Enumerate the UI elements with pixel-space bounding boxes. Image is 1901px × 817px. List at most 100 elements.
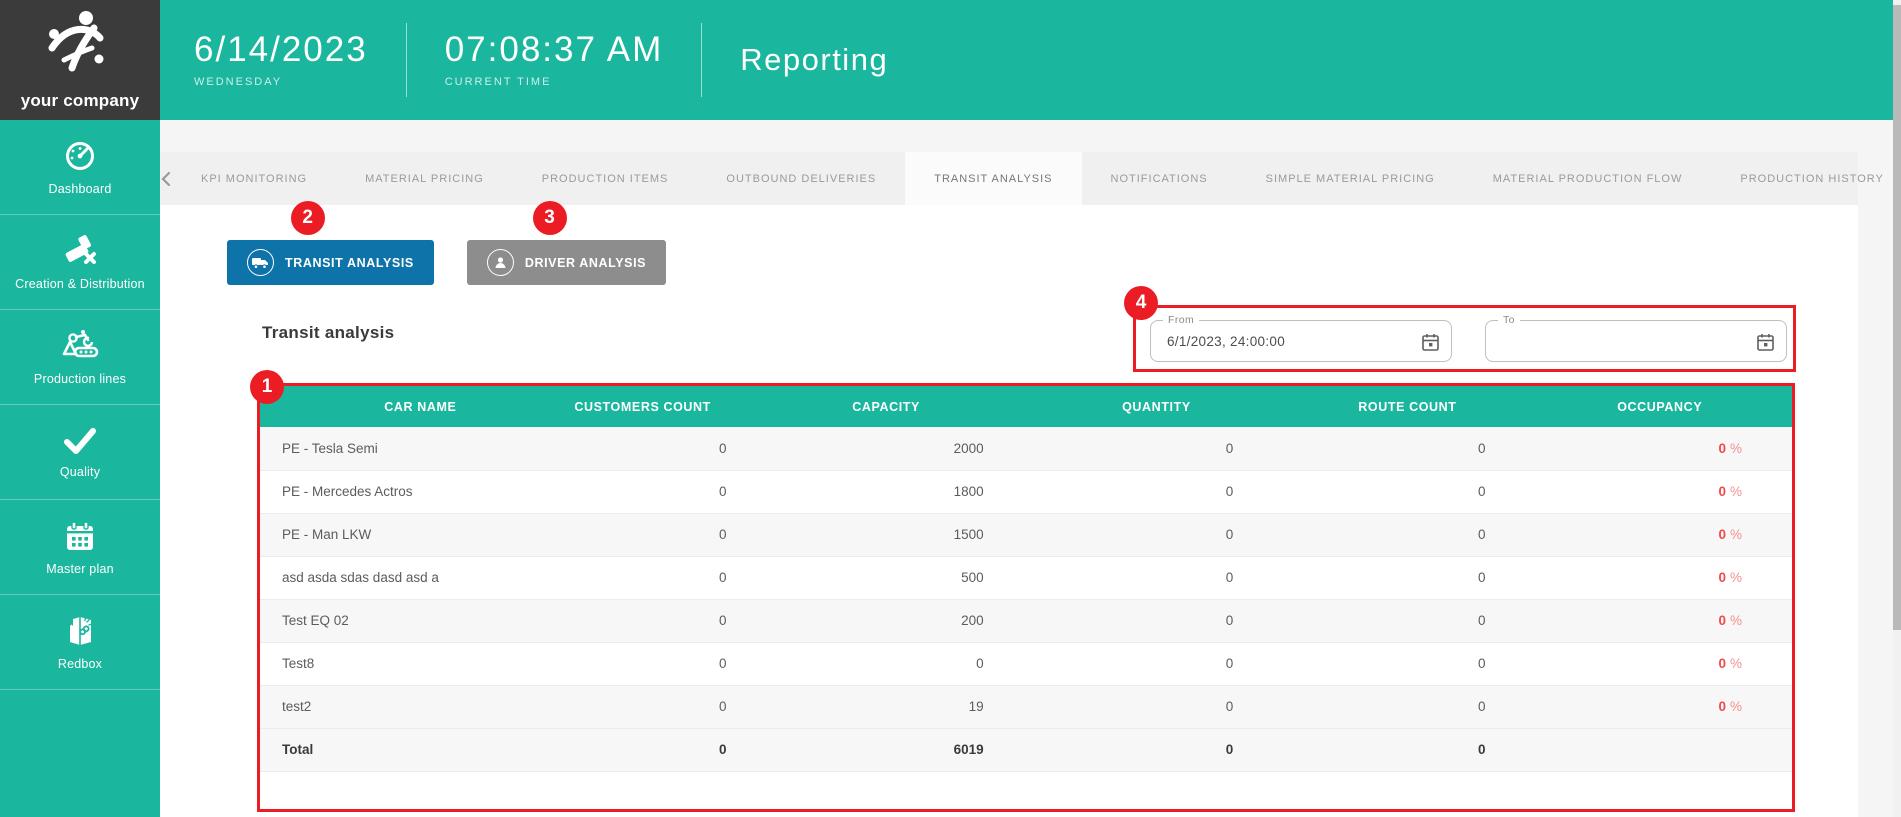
column-header-occupancy: OCCUPANCY <box>1577 386 1792 427</box>
scrollbar-thumb[interactable] <box>1893 5 1901 630</box>
cell-car: PE - Tesla Semi <box>260 427 559 470</box>
main-content: KPI MONITORINGMATERIAL PRICINGPRODUCTION… <box>160 120 1893 817</box>
tab-transit-analysis[interactable]: TRANSIT ANALYSIS <box>905 152 1081 205</box>
current-date: 6/14/2023 <box>194 32 368 69</box>
tab-material-production-flow[interactable]: MATERIAL PRODUCTION FLOW <box>1464 152 1712 205</box>
header-divider <box>406 23 407 97</box>
sidebar-item-label: Redbox <box>58 657 102 671</box>
tab-notifications[interactable]: NOTIFICATIONS <box>1082 152 1237 205</box>
cell-customers: 0 <box>559 427 789 470</box>
cell-routes: 0 <box>1329 642 1577 685</box>
cell-customers: 0 <box>559 513 789 556</box>
tab-production-history[interactable]: PRODUCTION HISTORY <box>1711 152 1901 205</box>
cell-car: test2 <box>260 685 559 728</box>
column-header-capacity: CAPACITY <box>789 386 1080 427</box>
sidebar-item-label: Master plan <box>46 562 114 576</box>
date-filter-annotation-box: 4 From 6/1/2023, 24:00:00 To <box>1133 305 1796 372</box>
annotation-badge-2: 2 <box>291 201 325 235</box>
tab-simple-material-pricing[interactable]: SIMPLE MATERIAL PRICING <box>1237 152 1464 205</box>
robot-arm-icon <box>61 329 99 363</box>
cell-occupancy: 0% <box>1577 556 1792 599</box>
table-row: asd asda sdas dasd asd a0500000% <box>260 556 1792 599</box>
top-header: 6/14/2023 WEDNESDAY 07:08:37 AM CURRENT … <box>160 0 1893 120</box>
from-date-field[interactable]: From 6/1/2023, 24:00:00 <box>1150 320 1452 362</box>
cell-car: Test8 <box>260 642 559 685</box>
cell-occupancy <box>1577 728 1792 771</box>
cell-car: PE - Mercedes Actros <box>260 470 559 513</box>
column-header-car-name: CAR NAME <box>260 386 559 427</box>
sidebar-item-creation-distribution[interactable]: Creation & Distribution <box>0 215 160 310</box>
section-title: Transit analysis <box>262 323 394 343</box>
cell-routes: 0 <box>1329 685 1577 728</box>
column-header-quantity: QUANTITY <box>1080 386 1330 427</box>
table-row: PE - Man LKW01500000% <box>260 513 1792 556</box>
calendar-icon <box>63 519 97 553</box>
transit-analysis-button-label: TRANSIT ANALYSIS <box>285 256 414 270</box>
cell-capacity: 1800 <box>789 470 1080 513</box>
table-row: PE - Tesla Semi02000000% <box>260 427 1792 470</box>
cell-quantity: 0 <box>1080 556 1330 599</box>
report-tabs: KPI MONITORINGMATERIAL PRICINGPRODUCTION… <box>172 152 1901 205</box>
calendar-picker-icon[interactable] <box>1757 333 1774 351</box>
tab-outbound-deliveries[interactable]: OUTBOUND DELIVERIES <box>697 152 905 205</box>
cell-customers: 0 <box>559 642 789 685</box>
cell-occupancy: 0% <box>1577 513 1792 556</box>
cell-capacity: 0 <box>789 642 1080 685</box>
cell-quantity: 0 <box>1080 427 1330 470</box>
cell-customers: 0 <box>559 599 789 642</box>
sidebar-item-label: Creation & Distribution <box>15 277 145 291</box>
sidebar-item-quality[interactable]: Quality <box>0 405 160 500</box>
current-time: 07:08:37 AM <box>445 32 664 69</box>
tools-icon <box>62 234 98 268</box>
tab-kpi-monitoring[interactable]: KPI MONITORING <box>172 152 336 205</box>
sidebar-item-label: Dashboard <box>49 182 112 196</box>
annotation-badge-4: 4 <box>1124 286 1158 320</box>
current-time-label: CURRENT TIME <box>445 76 664 88</box>
current-date-label: WEDNESDAY <box>194 76 368 88</box>
calendar-picker-icon[interactable] <box>1422 333 1439 351</box>
table-body: PE - Tesla Semi02000000%PE - Mercedes Ac… <box>260 427 1792 771</box>
page-scrollbar <box>1893 0 1901 817</box>
table-row: Test800000% <box>260 642 1792 685</box>
header-divider <box>701 23 702 97</box>
tabs-scroll-left-button[interactable] <box>160 152 172 205</box>
transit-analysis-panel: TRANSIT ANALYSIS 2 DRIVER ANALYSIS 3 Tra… <box>160 205 1858 817</box>
column-header-route-count: ROUTE COUNT <box>1329 386 1577 427</box>
truck-icon <box>247 249 274 276</box>
to-date-field[interactable]: To <box>1485 320 1787 362</box>
cell-capacity: 19 <box>789 685 1080 728</box>
chevron-left-icon <box>160 171 172 187</box>
company-logo-block: your company <box>0 0 160 120</box>
cell-occupancy: 0% <box>1577 642 1792 685</box>
transit-analysis-button[interactable]: TRANSIT ANALYSIS 2 <box>227 240 434 285</box>
cell-capacity: 2000 <box>789 427 1080 470</box>
sidebar-item-label: Quality <box>60 465 100 479</box>
tab-material-pricing[interactable]: MATERIAL PRICING <box>336 152 513 205</box>
cell-customers: 0 <box>559 556 789 599</box>
company-logo-text: your company <box>21 91 140 111</box>
cell-capacity: 6019 <box>789 728 1080 771</box>
sidebar-item-redbox[interactable]: Redbox <box>0 595 160 690</box>
sidebar-item-production-lines[interactable]: Production lines <box>0 310 160 405</box>
transit-analysis-table: CAR NAMECUSTOMERS COUNTCAPACITYQUANTITYR… <box>260 386 1792 772</box>
cell-routes: 0 <box>1329 728 1577 771</box>
sidebar-item-dashboard[interactable]: Dashboard <box>0 120 160 215</box>
tab-production-items[interactable]: PRODUCTION ITEMS <box>513 152 698 205</box>
annotation-badge-1: 1 <box>250 370 284 404</box>
report-tabstrip: KPI MONITORINGMATERIAL PRICINGPRODUCTION… <box>160 152 1858 205</box>
cell-car: Total <box>260 728 559 771</box>
cell-capacity: 500 <box>789 556 1080 599</box>
cell-quantity: 0 <box>1080 642 1330 685</box>
driver-analysis-button[interactable]: DRIVER ANALYSIS 3 <box>467 240 666 285</box>
cell-customers: 0 <box>559 470 789 513</box>
sidebar-item-master-plan[interactable]: Master plan <box>0 500 160 595</box>
table-row: Test EQ 020200000% <box>260 599 1792 642</box>
checkmark-icon <box>62 426 98 456</box>
cell-customers: 0 <box>559 685 789 728</box>
cell-occupancy: 0% <box>1577 470 1792 513</box>
gauge-icon <box>63 139 97 173</box>
driver-analysis-button-label: DRIVER ANALYSIS <box>525 256 646 270</box>
cell-occupancy: 0% <box>1577 427 1792 470</box>
cell-car: asd asda sdas dasd asd a <box>260 556 559 599</box>
transit-table-annotation-box: 1 CAR NAMECUSTOMERS COUNTCAPACITYQUANTIT… <box>257 383 1795 812</box>
